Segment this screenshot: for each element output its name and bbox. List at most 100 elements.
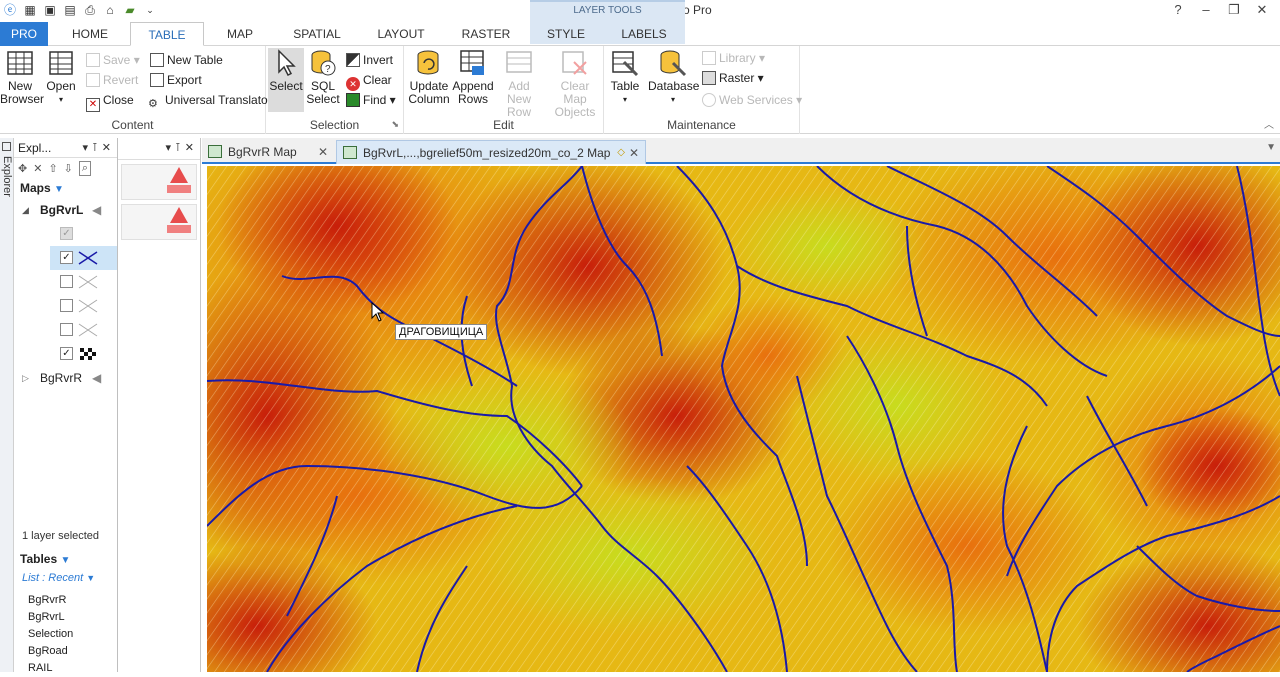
close-button[interactable]: ✕ bbox=[1248, 1, 1276, 19]
mouse-cursor-icon bbox=[371, 302, 385, 322]
tables-section-header[interactable]: Tables ▼ bbox=[20, 552, 70, 566]
save-button[interactable]: Save ▾ bbox=[86, 50, 140, 70]
select-button[interactable]: Select bbox=[268, 48, 304, 112]
save-table-icon bbox=[86, 53, 100, 67]
selection-launcher-icon[interactable]: ⬊ bbox=[391, 119, 399, 130]
find-label: Find bbox=[363, 93, 387, 107]
add-layer-icon[interactable]: ✥ bbox=[18, 162, 27, 175]
invert-button[interactable]: Invert bbox=[346, 50, 393, 70]
tab-list-dropdown-icon[interactable]: ▼ bbox=[1266, 142, 1276, 153]
open-button[interactable]: Open ▾ bbox=[42, 48, 80, 106]
table-item[interactable]: RAIL bbox=[28, 660, 73, 677]
restore-button[interactable]: ❐ bbox=[1220, 1, 1248, 19]
map-node-bgrvrl[interactable]: ◢ BgRvrL ◀ bbox=[14, 198, 117, 222]
window-controls: ? – ❐ ✕ bbox=[1164, 1, 1276, 19]
move-down-icon[interactable]: ⇩ bbox=[64, 162, 73, 175]
database-button[interactable]: Database ▾ bbox=[648, 48, 699, 106]
line-style-icon bbox=[78, 323, 98, 337]
library-button[interactable]: Library ▾ bbox=[702, 48, 765, 68]
table-maintenance-button[interactable]: Table ▾ bbox=[606, 48, 644, 106]
messages-header-controls[interactable]: ▾⊺✕ bbox=[166, 138, 198, 158]
tab-style[interactable]: STYLE bbox=[536, 22, 596, 46]
tab-spatial[interactable]: SPATIAL bbox=[282, 22, 352, 46]
layer-checkbox-6[interactable]: ✓ bbox=[60, 347, 73, 360]
append-rows-button[interactable]: Append Rows bbox=[452, 48, 494, 106]
layer-row-rivers[interactable]: ✓ bbox=[50, 246, 117, 270]
close-table-button[interactable]: ✕ Close bbox=[86, 90, 134, 112]
tab-raster[interactable]: RASTER bbox=[452, 22, 520, 46]
warning-icon bbox=[170, 207, 188, 223]
map-options-icon[interactable]: ◀ bbox=[92, 366, 101, 390]
sql-select-label: SQL Select bbox=[306, 79, 340, 106]
revert-button[interactable]: Revert bbox=[86, 70, 138, 90]
edit-group-label: Edit bbox=[493, 118, 514, 132]
remove-layer-icon[interactable]: ✕ bbox=[33, 162, 42, 175]
new-table-icon bbox=[150, 53, 164, 67]
layer-checkbox-2[interactable]: ✓ bbox=[60, 251, 73, 264]
export-button[interactable]: Export bbox=[150, 70, 202, 90]
edit-group: Update Column Append Rows Add New Row Cl… bbox=[404, 46, 604, 134]
map-view[interactable]: ДРАГОВИЩИЦА bbox=[207, 166, 1280, 672]
layer-row-5[interactable] bbox=[14, 318, 117, 342]
layer-row-raster[interactable]: ✓ bbox=[14, 342, 117, 366]
map-canvas[interactable] bbox=[207, 166, 1280, 672]
close-tab-icon[interactable]: ✕ bbox=[318, 140, 328, 164]
list-mode-selector[interactable]: List : Recent ▼ bbox=[22, 572, 95, 584]
map-options-icon[interactable]: ◀ bbox=[92, 198, 101, 222]
append-rows-label: Append Rows bbox=[452, 79, 494, 106]
clear-button[interactable]: ✕ Clear bbox=[346, 70, 392, 91]
tab-layout[interactable]: LAYOUT bbox=[364, 22, 438, 46]
tab-table[interactable]: TABLE bbox=[130, 22, 204, 46]
layer-checkbox-5[interactable] bbox=[60, 323, 73, 336]
tab-map[interactable]: MAP bbox=[212, 22, 268, 46]
layer-row-cosmetic[interactable]: ✓ bbox=[14, 222, 117, 246]
warning-item[interactable] bbox=[121, 164, 197, 200]
help-button[interactable]: ? bbox=[1164, 1, 1192, 19]
close-table-icon: ✕ bbox=[86, 98, 100, 112]
layer-row-3[interactable] bbox=[14, 270, 117, 294]
table-item[interactable]: BgRoad bbox=[28, 643, 73, 660]
search-icon[interactable]: ⌕ bbox=[78, 160, 92, 176]
table-item[interactable]: Selection bbox=[28, 626, 73, 643]
table-tools-icon bbox=[612, 51, 639, 77]
doc-tab-bgrvrl-map[interactable]: BgRvrL,...,bgrelief50m_resized20m_co_2 M… bbox=[336, 140, 646, 164]
clear-map-objects-button[interactable]: Clear Map Objects bbox=[548, 48, 602, 119]
new-browser-button[interactable]: New Browser bbox=[0, 48, 44, 106]
sql-select-button[interactable]: ? SQL Select bbox=[306, 48, 340, 106]
find-button[interactable]: Find ▾ bbox=[346, 90, 396, 110]
update-column-button[interactable]: Update Column bbox=[408, 48, 450, 106]
maintenance-group-label: Maintenance bbox=[667, 118, 736, 132]
tab-pro[interactable]: PRO bbox=[0, 22, 48, 46]
universal-translator-button[interactable]: ⚙ Universal Translator bbox=[148, 90, 272, 110]
raster-button[interactable]: Raster ▾ bbox=[702, 68, 764, 88]
document-tabs: BgRvrR Map ✕ BgRvrL,...,bgrelief50m_resi… bbox=[202, 138, 1280, 164]
move-up-icon[interactable]: ⇧ bbox=[48, 162, 57, 175]
explorer-header-controls[interactable]: ▾⊺✕ bbox=[83, 138, 115, 158]
warning-item[interactable] bbox=[121, 204, 197, 240]
table-item[interactable]: BgRvrR bbox=[28, 592, 73, 609]
tables-dropdown-icon: ▼ bbox=[60, 555, 71, 566]
new-table-button[interactable]: New Table bbox=[150, 50, 223, 70]
warning-bar bbox=[167, 185, 191, 193]
export-label: Export bbox=[167, 73, 202, 87]
close-tab-icon[interactable]: ✕ bbox=[629, 141, 639, 165]
map-node-bgrvrr[interactable]: ▷ BgRvrR ◀ bbox=[14, 366, 117, 390]
layer-checkbox-3[interactable] bbox=[60, 275, 73, 288]
maps-section-header[interactable]: Maps ▼ bbox=[14, 178, 117, 198]
explorer-side-strip[interactable]: Explorer bbox=[0, 138, 14, 672]
layer-row-4[interactable] bbox=[14, 294, 117, 318]
layer-checkbox-4[interactable] bbox=[60, 299, 73, 312]
browser-grid-icon bbox=[7, 51, 33, 75]
pin-icon[interactable]: ◇ bbox=[617, 141, 625, 165]
web-services-button[interactable]: Web Services ▾ bbox=[702, 90, 802, 110]
minimize-button[interactable]: – bbox=[1192, 1, 1220, 19]
tab-labels[interactable]: LABELS bbox=[612, 22, 676, 46]
collapse-ribbon-icon[interactable]: ︿ bbox=[1264, 116, 1274, 131]
tab-home[interactable]: HOME bbox=[58, 22, 122, 46]
doc-tab-bgrvrr-map[interactable]: BgRvrR Map ✕ bbox=[202, 140, 334, 164]
tables-label: Tables bbox=[20, 552, 58, 566]
revert-label: Revert bbox=[103, 73, 139, 87]
add-new-row-button[interactable]: Add New Row bbox=[498, 48, 540, 119]
layer-checkbox-1[interactable]: ✓ bbox=[60, 227, 73, 240]
table-item[interactable]: BgRvrL bbox=[28, 609, 73, 626]
